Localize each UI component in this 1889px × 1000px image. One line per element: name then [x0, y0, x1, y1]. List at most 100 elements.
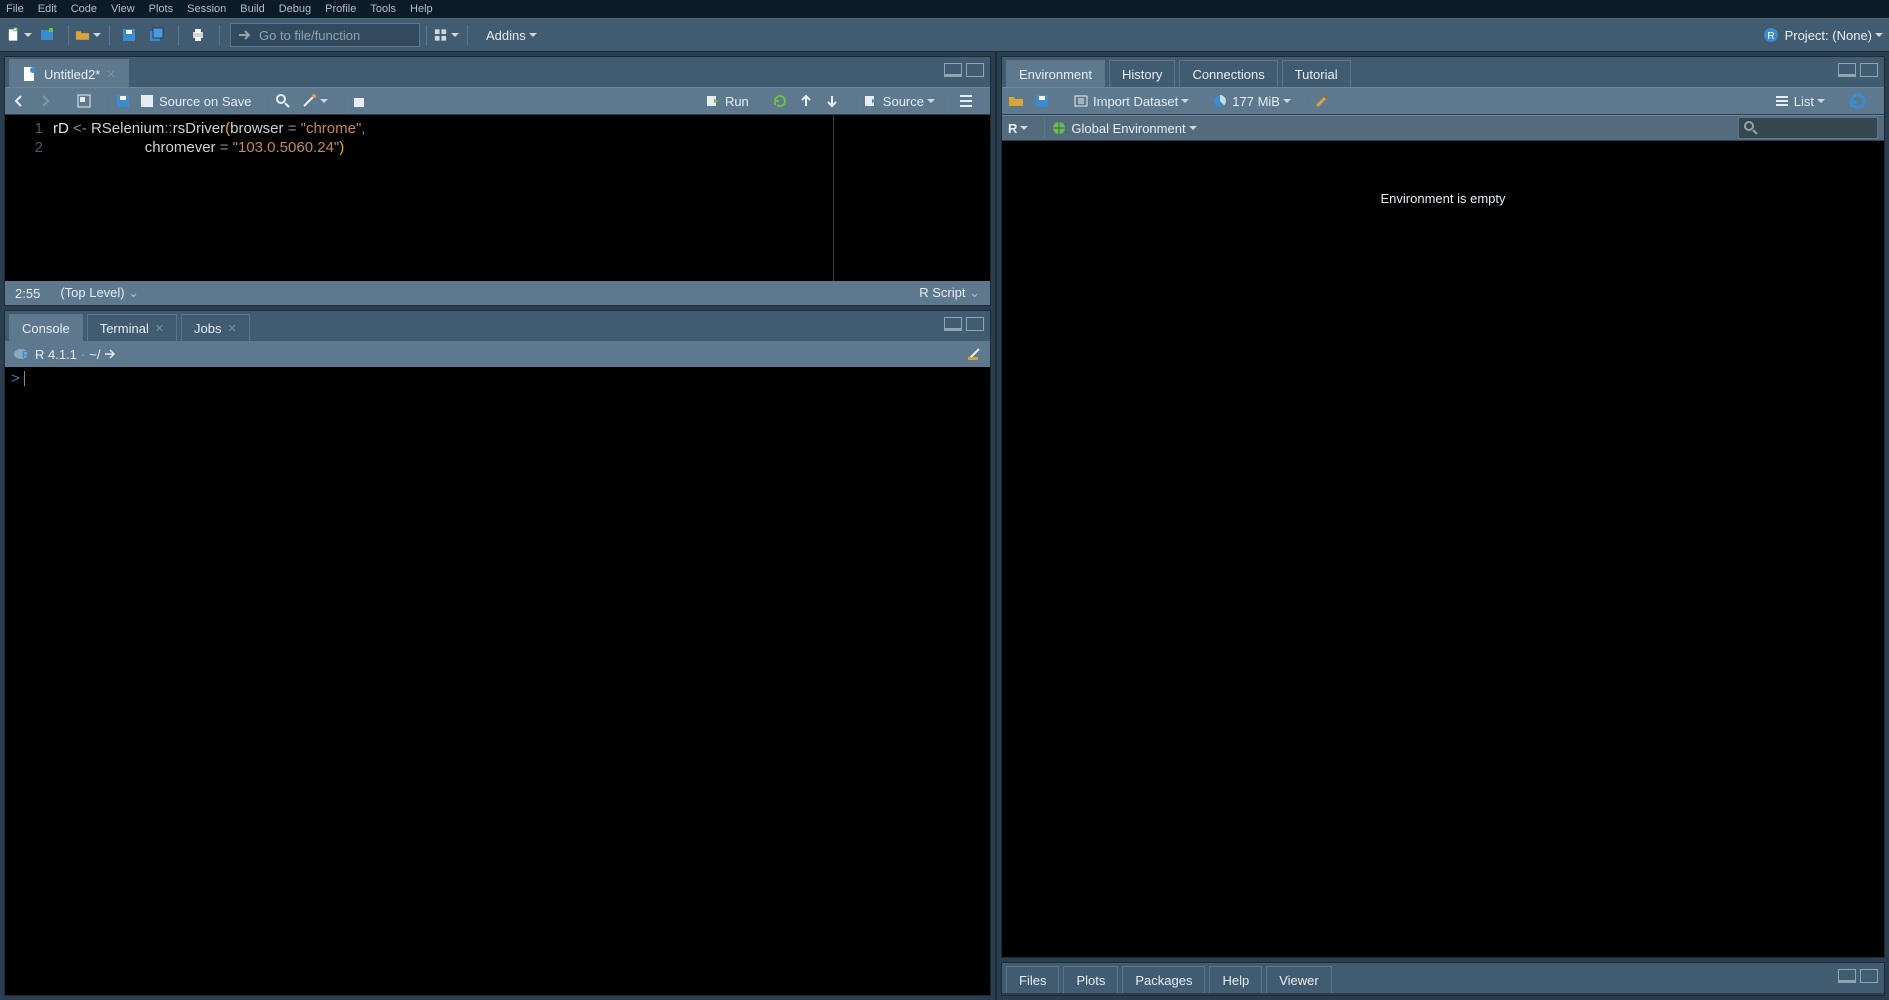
tab-packages[interactable]: Packages	[1122, 966, 1205, 993]
console-prompt: >	[11, 370, 24, 387]
console-output[interactable]: >	[5, 367, 990, 995]
menu-profile[interactable]: Profile	[325, 3, 356, 15]
menu-tools[interactable]: Tools	[370, 3, 396, 15]
maximize-pane-button[interactable]	[1860, 969, 1878, 983]
outline-button[interactable]	[958, 93, 974, 109]
project-r-icon: R	[1763, 27, 1779, 43]
wand-icon	[301, 93, 317, 109]
margin-guide	[833, 115, 834, 281]
pie-icon	[1212, 93, 1228, 109]
rerun-button[interactable]	[772, 93, 788, 109]
open-file-button[interactable]	[75, 22, 101, 48]
working-dir[interactable]: ~/	[89, 347, 100, 362]
save-button[interactable]	[116, 22, 142, 48]
tab-terminal[interactable]: Terminal✕	[87, 314, 177, 341]
menu-edit[interactable]: Edit	[38, 3, 57, 15]
code-editor[interactable]: 1 2 rD <- RSelenium::rsDriver(browser = …	[5, 115, 990, 281]
tab-connections[interactable]: Connections	[1179, 60, 1277, 87]
list-icon	[1774, 93, 1790, 109]
project-dropdown[interactable]: R Project: (None)	[1763, 27, 1883, 43]
language-selector[interactable]: R Script ⌄	[919, 285, 980, 301]
nav-fwd-button[interactable]	[37, 93, 53, 109]
go-up-button[interactable]	[798, 93, 814, 109]
load-workspace-button[interactable]	[1008, 93, 1024, 109]
main-toolbar: Go to file/function Addins R Project: (N…	[0, 18, 1889, 52]
import-label: Import Dataset	[1093, 94, 1178, 109]
folder-open-icon	[75, 27, 90, 43]
r-file-icon	[22, 66, 38, 82]
menu-session[interactable]: Session	[187, 3, 226, 15]
menu-help[interactable]: Help	[410, 3, 433, 15]
minimize-pane-button[interactable]	[1838, 63, 1856, 77]
print-icon	[190, 27, 206, 43]
view-mode-dropdown[interactable]: List	[1774, 93, 1825, 109]
menu-debug[interactable]: Debug	[279, 3, 311, 15]
tab-viewer[interactable]: Viewer	[1266, 966, 1332, 993]
refresh-env-button[interactable]	[1848, 91, 1868, 111]
run-button[interactable]: Run	[705, 93, 749, 109]
print-button[interactable]	[185, 22, 211, 48]
menu-view[interactable]: View	[111, 3, 135, 15]
addins-dropdown[interactable]: Addins	[486, 28, 537, 43]
new-project-button[interactable]	[34, 22, 60, 48]
tab-files[interactable]: Files	[1006, 966, 1059, 993]
maximize-pane-button[interactable]	[1860, 63, 1878, 77]
tab-tutorial[interactable]: Tutorial	[1282, 60, 1351, 87]
minimize-pane-button[interactable]	[944, 317, 962, 331]
arrow-right-icon	[37, 93, 53, 109]
source-tab-untitled2[interactable]: Untitled2* ✕	[9, 59, 129, 87]
menu-code[interactable]: Code	[71, 3, 97, 15]
clear-workspace-button[interactable]	[1314, 93, 1330, 109]
env-toolbar: Import Dataset 177 MiB List	[1002, 87, 1884, 115]
save-all-icon	[149, 27, 165, 43]
svg-text:R: R	[22, 350, 29, 361]
menu-build[interactable]: Build	[240, 3, 264, 15]
compile-report-button[interactable]	[351, 93, 367, 109]
goto-file-function-input[interactable]: Go to file/function	[230, 23, 420, 47]
new-file-button[interactable]	[6, 22, 32, 48]
find-button[interactable]	[275, 93, 291, 109]
env-language-dropdown[interactable]: R	[1008, 121, 1028, 136]
source-icon	[863, 93, 879, 109]
tab-environment[interactable]: Environment	[1006, 60, 1105, 87]
tab-console[interactable]: Console	[9, 314, 83, 341]
close-icon[interactable]: ✕	[155, 322, 164, 335]
minimize-pane-button[interactable]	[944, 63, 962, 77]
close-icon[interactable]: ✕	[228, 322, 237, 335]
grid-tools-button[interactable]	[433, 22, 459, 48]
save-all-button[interactable]	[144, 22, 170, 48]
close-tab-icon[interactable]: ✕	[106, 68, 115, 81]
env-empty-message: Environment is empty	[1381, 191, 1506, 206]
show-in-new-window-button[interactable]	[76, 93, 92, 109]
search-icon	[275, 93, 291, 109]
import-dataset-dropdown[interactable]: Import Dataset	[1073, 93, 1189, 109]
console-tabstrip: Console Terminal✕ Jobs✕	[5, 311, 990, 341]
scope-selector[interactable]: (Top Level) ⌄	[60, 285, 139, 301]
env-scope-dropdown[interactable]: Global Environment	[1051, 120, 1196, 136]
goto-placeholder: Go to file/function	[259, 28, 360, 43]
menu-file[interactable]: File	[6, 3, 24, 15]
menu-plots[interactable]: Plots	[149, 3, 173, 15]
save-workspace-button[interactable]	[1034, 93, 1050, 109]
clear-console-icon[interactable]	[966, 346, 982, 362]
env-search-input[interactable]	[1738, 117, 1878, 139]
arrow-up-icon	[798, 93, 814, 109]
tab-help[interactable]: Help	[1209, 966, 1262, 993]
go-down-button[interactable]	[824, 93, 840, 109]
svg-text:R: R	[1767, 31, 1774, 42]
save-source-button[interactable]	[115, 93, 131, 109]
globe-icon	[1051, 120, 1067, 136]
source-on-save-checkbox[interactable]: Source on Save	[141, 94, 252, 109]
tab-plots[interactable]: Plots	[1063, 966, 1118, 993]
tab-history[interactable]: History	[1109, 60, 1175, 87]
nav-back-button[interactable]	[11, 93, 27, 109]
tab-jobs[interactable]: Jobs✕	[181, 314, 250, 341]
minimize-pane-button[interactable]	[1838, 969, 1856, 983]
code-tools-button[interactable]	[301, 93, 328, 109]
maximize-pane-button[interactable]	[966, 63, 984, 77]
source-on-save-label: Source on Save	[159, 94, 252, 109]
source-dropdown-button[interactable]: Source	[863, 93, 935, 109]
maximize-pane-button[interactable]	[966, 317, 984, 331]
goto-wd-icon[interactable]	[102, 346, 118, 362]
memory-usage-button[interactable]: 177 MiB	[1212, 93, 1291, 109]
